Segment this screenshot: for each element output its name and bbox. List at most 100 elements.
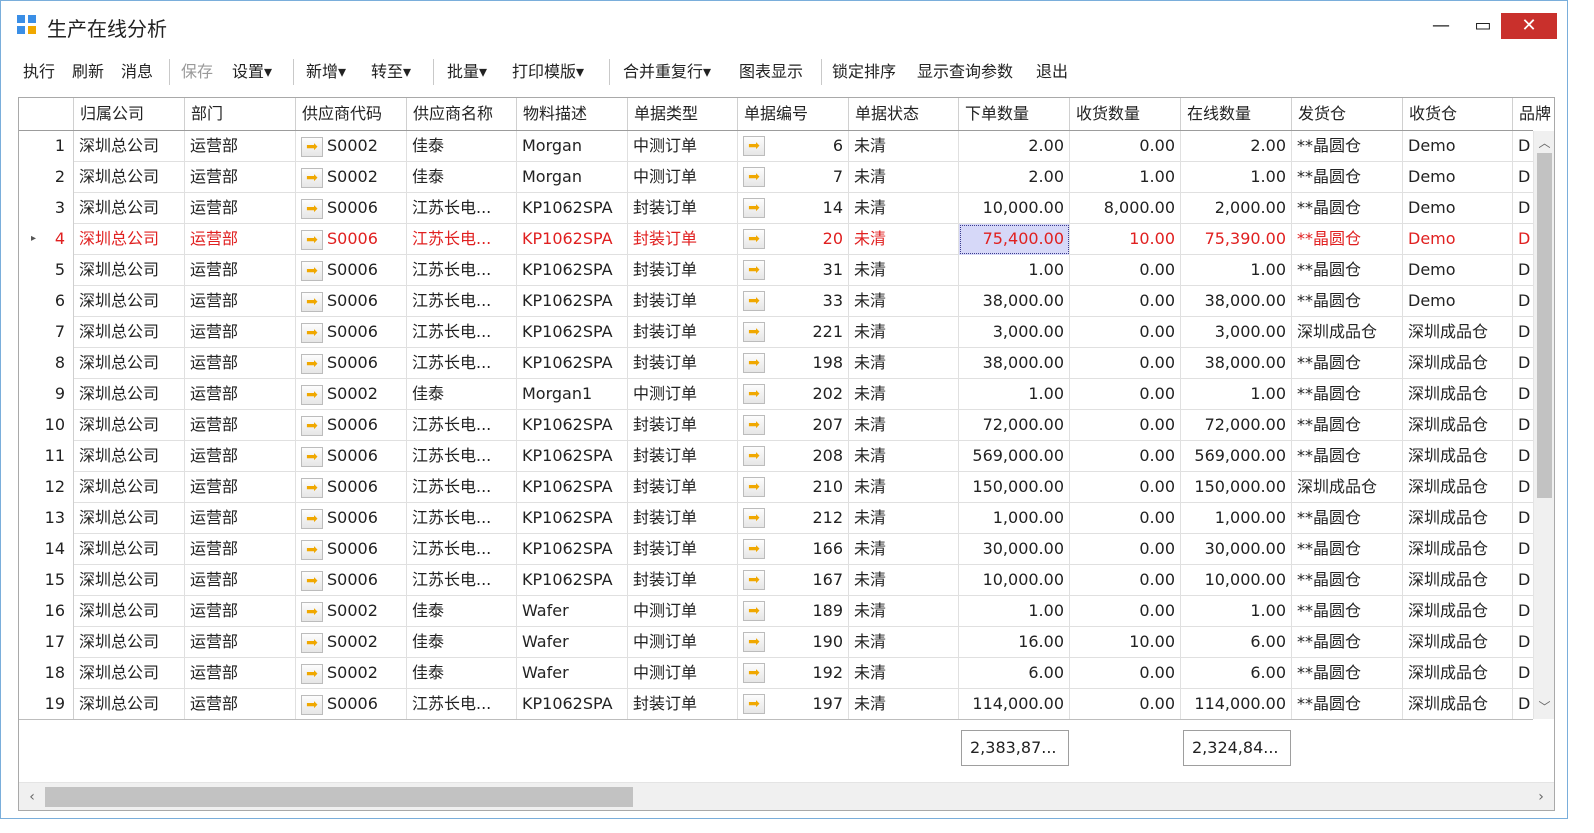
arrow-right-icon[interactable]: ➡ — [301, 167, 323, 188]
cell-doc-type[interactable]: 封装订单 — [628, 534, 738, 565]
cell-company[interactable]: 深圳总公司 — [74, 317, 185, 348]
cell-doc-status[interactable]: 未清 — [849, 410, 959, 441]
arrow-right-icon[interactable]: ➡ — [743, 632, 765, 652]
arrow-right-icon[interactable]: ➡ — [743, 446, 765, 466]
maximize-button[interactable]: ▭ — [1463, 13, 1503, 39]
cell-brand[interactable]: D — [1513, 596, 1533, 627]
cell-brand[interactable]: D — [1513, 627, 1533, 658]
cell-vendor-code[interactable]: ➡ S0006 — [296, 348, 407, 379]
column-header-department[interactable]: 部门 — [185, 98, 296, 130]
cell-online-qty[interactable]: 3,000.00 — [1181, 317, 1292, 348]
cell-department[interactable]: 运营部 — [185, 472, 296, 503]
cell-doc-type[interactable]: 封装订单 — [628, 255, 738, 286]
cell-vendor-code[interactable]: ➡ S0006 — [296, 286, 407, 317]
cell-ship-warehouse[interactable]: 深圳成品仓 — [1292, 317, 1403, 348]
arrow-right-icon[interactable]: ➡ — [301, 446, 323, 467]
cell-ship-warehouse[interactable]: **晶圆仓 — [1292, 162, 1403, 193]
cell-doc-type[interactable]: 封装订单 — [628, 193, 738, 224]
cell-received-qty[interactable]: 0.00 — [1070, 317, 1181, 348]
arrow-right-icon[interactable]: ➡ — [301, 415, 323, 436]
cell-ordered-qty[interactable]: 569,000.00 — [959, 441, 1070, 472]
cell-online-qty[interactable]: 114,000.00 — [1181, 689, 1292, 719]
cell-ordered-qty[interactable]: 16.00 — [959, 627, 1070, 658]
cell-ship-warehouse[interactable]: **晶圆仓 — [1292, 627, 1403, 658]
cell-material-desc[interactable]: Morgan — [517, 131, 628, 162]
exit-button[interactable]: 退出 — [1036, 60, 1068, 84]
cell-department[interactable]: 运营部 — [185, 193, 296, 224]
settings-menu[interactable]: 设置▾ — [232, 60, 272, 84]
cell-company[interactable]: 深圳总公司 — [74, 286, 185, 317]
row-number[interactable]: 5 — [19, 255, 74, 286]
cell-doc-status[interactable]: 未清 — [849, 317, 959, 348]
cell-doc-type[interactable]: 封装订单 — [628, 503, 738, 534]
cell-receive-warehouse[interactable]: 深圳成品仓 — [1403, 379, 1513, 410]
cell-doc-status[interactable]: 未清 — [849, 658, 959, 689]
cell-doc-type[interactable]: 中测订单 — [628, 131, 738, 162]
table-row[interactable]: 17 深圳总公司 运营部 ➡ S0002 佳泰 Wafer 中测订单 ➡ 190 未清 16.00 10… — [19, 627, 1533, 658]
cell-vendor-name[interactable]: 江苏长电... — [407, 224, 517, 255]
cell-ship-warehouse[interactable]: **晶圆仓 — [1292, 255, 1403, 286]
cell-material-desc[interactable]: KP1062SPA — [517, 472, 628, 503]
cell-vendor-name[interactable]: 江苏长电... — [407, 286, 517, 317]
cell-vendor-code[interactable]: ➡ S0006 — [296, 193, 407, 224]
cell-brand[interactable]: D — [1513, 348, 1533, 379]
minimize-button[interactable]: — — [1421, 13, 1461, 39]
cell-online-qty[interactable]: 1.00 — [1181, 162, 1292, 193]
arrow-right-icon[interactable]: ➡ — [743, 663, 765, 683]
cell-received-qty[interactable]: 10.00 — [1070, 224, 1181, 255]
arrow-right-icon[interactable]: ➡ — [743, 539, 765, 559]
cell-ship-warehouse[interactable]: **晶圆仓 — [1292, 534, 1403, 565]
cell-received-qty[interactable]: 0.00 — [1070, 503, 1181, 534]
arrow-right-icon[interactable]: ➡ — [301, 539, 323, 560]
cell-department[interactable]: 运营部 — [185, 255, 296, 286]
column-header-vendor-name[interactable]: 供应商名称 — [407, 98, 517, 130]
cell-doc-number[interactable]: ➡ 198 — [738, 348, 849, 379]
cell-doc-type[interactable]: 中测订单 — [628, 627, 738, 658]
cell-vendor-name[interactable]: 江苏长电... — [407, 348, 517, 379]
cell-ordered-qty[interactable]: 150,000.00 — [959, 472, 1070, 503]
cell-material-desc[interactable]: KP1062SPA — [517, 534, 628, 565]
cell-vendor-name[interactable]: 江苏长电... — [407, 255, 517, 286]
cell-doc-status[interactable]: 未清 — [849, 193, 959, 224]
arrow-right-icon[interactable]: ➡ — [743, 322, 765, 342]
cell-online-qty[interactable]: 38,000.00 — [1181, 286, 1292, 317]
cell-online-qty[interactable]: 2.00 — [1181, 131, 1292, 162]
cell-company[interactable]: 深圳总公司 — [74, 255, 185, 286]
table-row[interactable]: 1 深圳总公司 运营部 ➡ S0002 佳泰 Morgan 中测订单 ➡ 6 未清 2.00 0.00 2… — [19, 131, 1533, 162]
cell-company[interactable]: 深圳总公司 — [74, 162, 185, 193]
cell-vendor-name[interactable]: 江苏长电... — [407, 193, 517, 224]
cell-material-desc[interactable]: KP1062SPA — [517, 503, 628, 534]
cell-received-qty[interactable]: 0.00 — [1070, 379, 1181, 410]
arrow-right-icon[interactable]: ➡ — [301, 508, 323, 529]
column-header-received-qty[interactable]: 收货数量 — [1070, 98, 1181, 130]
row-number[interactable]: 8 — [19, 348, 74, 379]
arrow-right-icon[interactable]: ➡ — [743, 353, 765, 373]
row-number[interactable]: 13 — [19, 503, 74, 534]
column-header-doc-number[interactable]: 单据编号 — [738, 98, 849, 130]
cell-material-desc[interactable]: KP1062SPA — [517, 255, 628, 286]
arrow-right-icon[interactable]: ➡ — [743, 291, 765, 311]
cell-receive-warehouse[interactable]: Demo — [1403, 131, 1513, 162]
vertical-scrollbar[interactable]: ︿ ﹀ — [1533, 131, 1554, 719]
cell-ordered-qty[interactable]: 1,000.00 — [959, 503, 1070, 534]
cell-receive-warehouse[interactable]: 深圳成品仓 — [1403, 627, 1513, 658]
cell-department[interactable]: 运营部 — [185, 286, 296, 317]
cell-vendor-code[interactable]: ➡ S0002 — [296, 379, 407, 410]
arrow-right-icon[interactable]: ➡ — [301, 601, 323, 622]
goto-menu[interactable]: 转至▾ — [371, 60, 411, 84]
cell-doc-status[interactable]: 未清 — [849, 596, 959, 627]
column-header-company[interactable]: 归属公司 — [74, 98, 185, 130]
cell-material-desc[interactable]: Morgan — [517, 162, 628, 193]
cell-brand[interactable]: D — [1513, 317, 1533, 348]
cell-doc-status[interactable]: 未清 — [849, 565, 959, 596]
table-row[interactable]: 5 深圳总公司 运营部 ➡ S0006 江苏长电... KP1062SPA 封装订单 ➡ 31 未清… — [19, 255, 1533, 286]
row-number[interactable]: 16 — [19, 596, 74, 627]
arrow-right-icon[interactable]: ➡ — [743, 570, 765, 590]
cell-brand[interactable]: D — [1513, 224, 1533, 255]
cell-vendor-name[interactable]: 佳泰 — [407, 596, 517, 627]
cell-ship-warehouse[interactable]: **晶圆仓 — [1292, 658, 1403, 689]
arrow-right-icon[interactable]: ➡ — [301, 663, 323, 684]
cell-doc-type[interactable]: 封装订单 — [628, 286, 738, 317]
cell-doc-type[interactable]: 中测订单 — [628, 658, 738, 689]
cell-material-desc[interactable]: KP1062SPA — [517, 410, 628, 441]
